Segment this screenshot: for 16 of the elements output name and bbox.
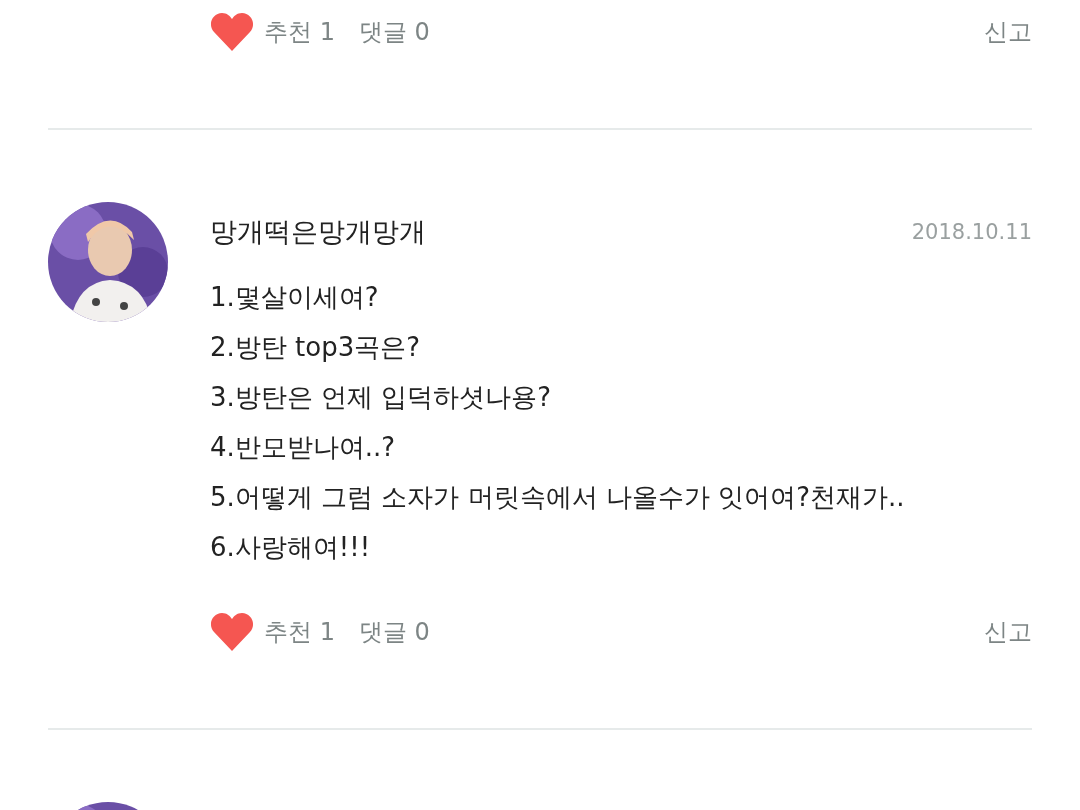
like-count: 추천 1	[264, 617, 335, 648]
reply-count[interactable]: 댓글 0	[358, 16, 430, 48]
report-button[interactable]: 신고	[984, 16, 1032, 48]
username: 망개떡은망개망개	[210, 215, 426, 249]
reply-count[interactable]: 댓글 0	[358, 616, 430, 648]
comment-text-line: 2.방탄 top3곡은?	[210, 331, 422, 364]
heart-icon[interactable]	[210, 12, 254, 52]
comment-text-line: 3.방탄은 언제 입덕하셧나용?	[210, 381, 553, 414]
like-count: 추천 1	[264, 17, 335, 48]
comment-text-line: 5.어떻게 그럼 소자가 머릿속에서 나올수가 잇어여?천재가..	[210, 481, 906, 514]
comment-text-line: 4.반모받나여..?	[210, 431, 397, 464]
heart-icon[interactable]	[210, 612, 254, 652]
comment-text-line: 6.사랑해여!!!	[210, 531, 372, 564]
report-button[interactable]: 신고	[984, 616, 1032, 648]
comment-date: 2018.10.11	[911, 220, 1032, 244]
comment-text-line: 1.몇살이세여?	[210, 281, 380, 314]
